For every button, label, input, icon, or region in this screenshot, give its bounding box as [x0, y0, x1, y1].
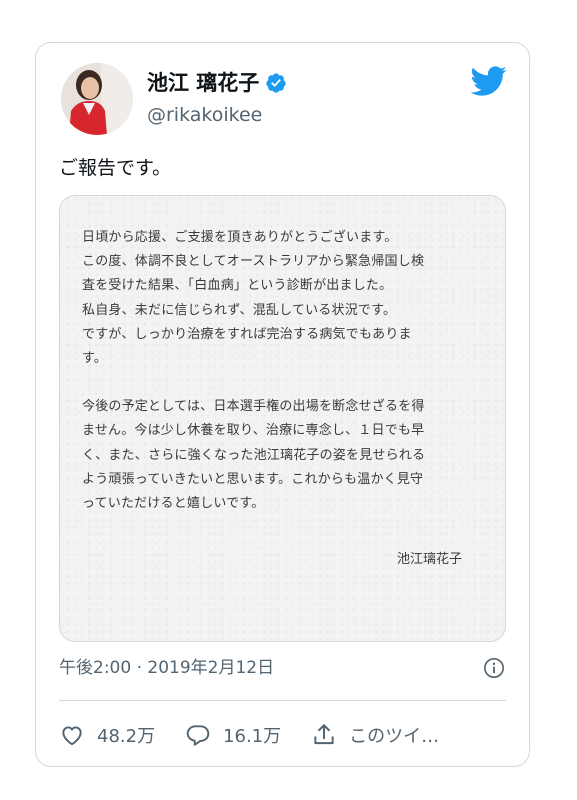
divider [59, 700, 506, 701]
letter-paragraph-1: 日頃から応援、ご支援を頂きありがとうございます。 この度、体調不良としてオースト… [82, 230, 425, 367]
twitter-bird-icon[interactable] [469, 65, 507, 97]
user-handle[interactable]: @rikakoikee [147, 103, 262, 127]
tweet-media-image[interactable]: 日頃から応援、ご支援を頂きありがとうございます。 この度、体調不良としてオースト… [59, 195, 506, 642]
tweet-text: ご報告です。 [59, 157, 172, 179]
like-button[interactable]: 48.2万 [59, 722, 155, 748]
reply-count: 16.1万 [223, 726, 282, 747]
display-name[interactable]: 池江 璃花子 [147, 70, 287, 96]
heart-icon [62, 726, 82, 746]
share-icon [314, 724, 334, 745]
display-name-text[interactable]: 池江 璃花子 [147, 70, 259, 96]
share-button[interactable]: このツイ… [311, 722, 439, 748]
like-count: 48.2万 [97, 726, 156, 747]
letter-text: 日頃から応援、ご支援を頂きありがとうございます。 この度、体調不良としてオースト… [82, 226, 492, 516]
tweet-card: 池江 璃花子 @rikakoikee ご報告です。 日頃から応援、ご支援を頂きあ… [35, 42, 530, 767]
verified-badge-icon [266, 73, 286, 93]
info-icon[interactable] [483, 657, 505, 679]
letter-signature: 池江璃花子 [396, 552, 462, 567]
share-label: このツイ… [349, 726, 440, 747]
tweet-timestamp[interactable]: 午後2:00 · 2019年2月12日 [59, 657, 274, 679]
reply-bubble-icon [186, 725, 210, 746]
reply-button[interactable]: 16.1万 [185, 722, 281, 748]
letter-paragraph-2: 今後の予定としては、日本選手権の出場を断念せざるを得 ません。今は少し休養を取り… [82, 399, 426, 512]
tweet-actions: 48.2万 16.1万 このツイ… [59, 717, 506, 753]
avatar[interactable] [61, 63, 133, 135]
